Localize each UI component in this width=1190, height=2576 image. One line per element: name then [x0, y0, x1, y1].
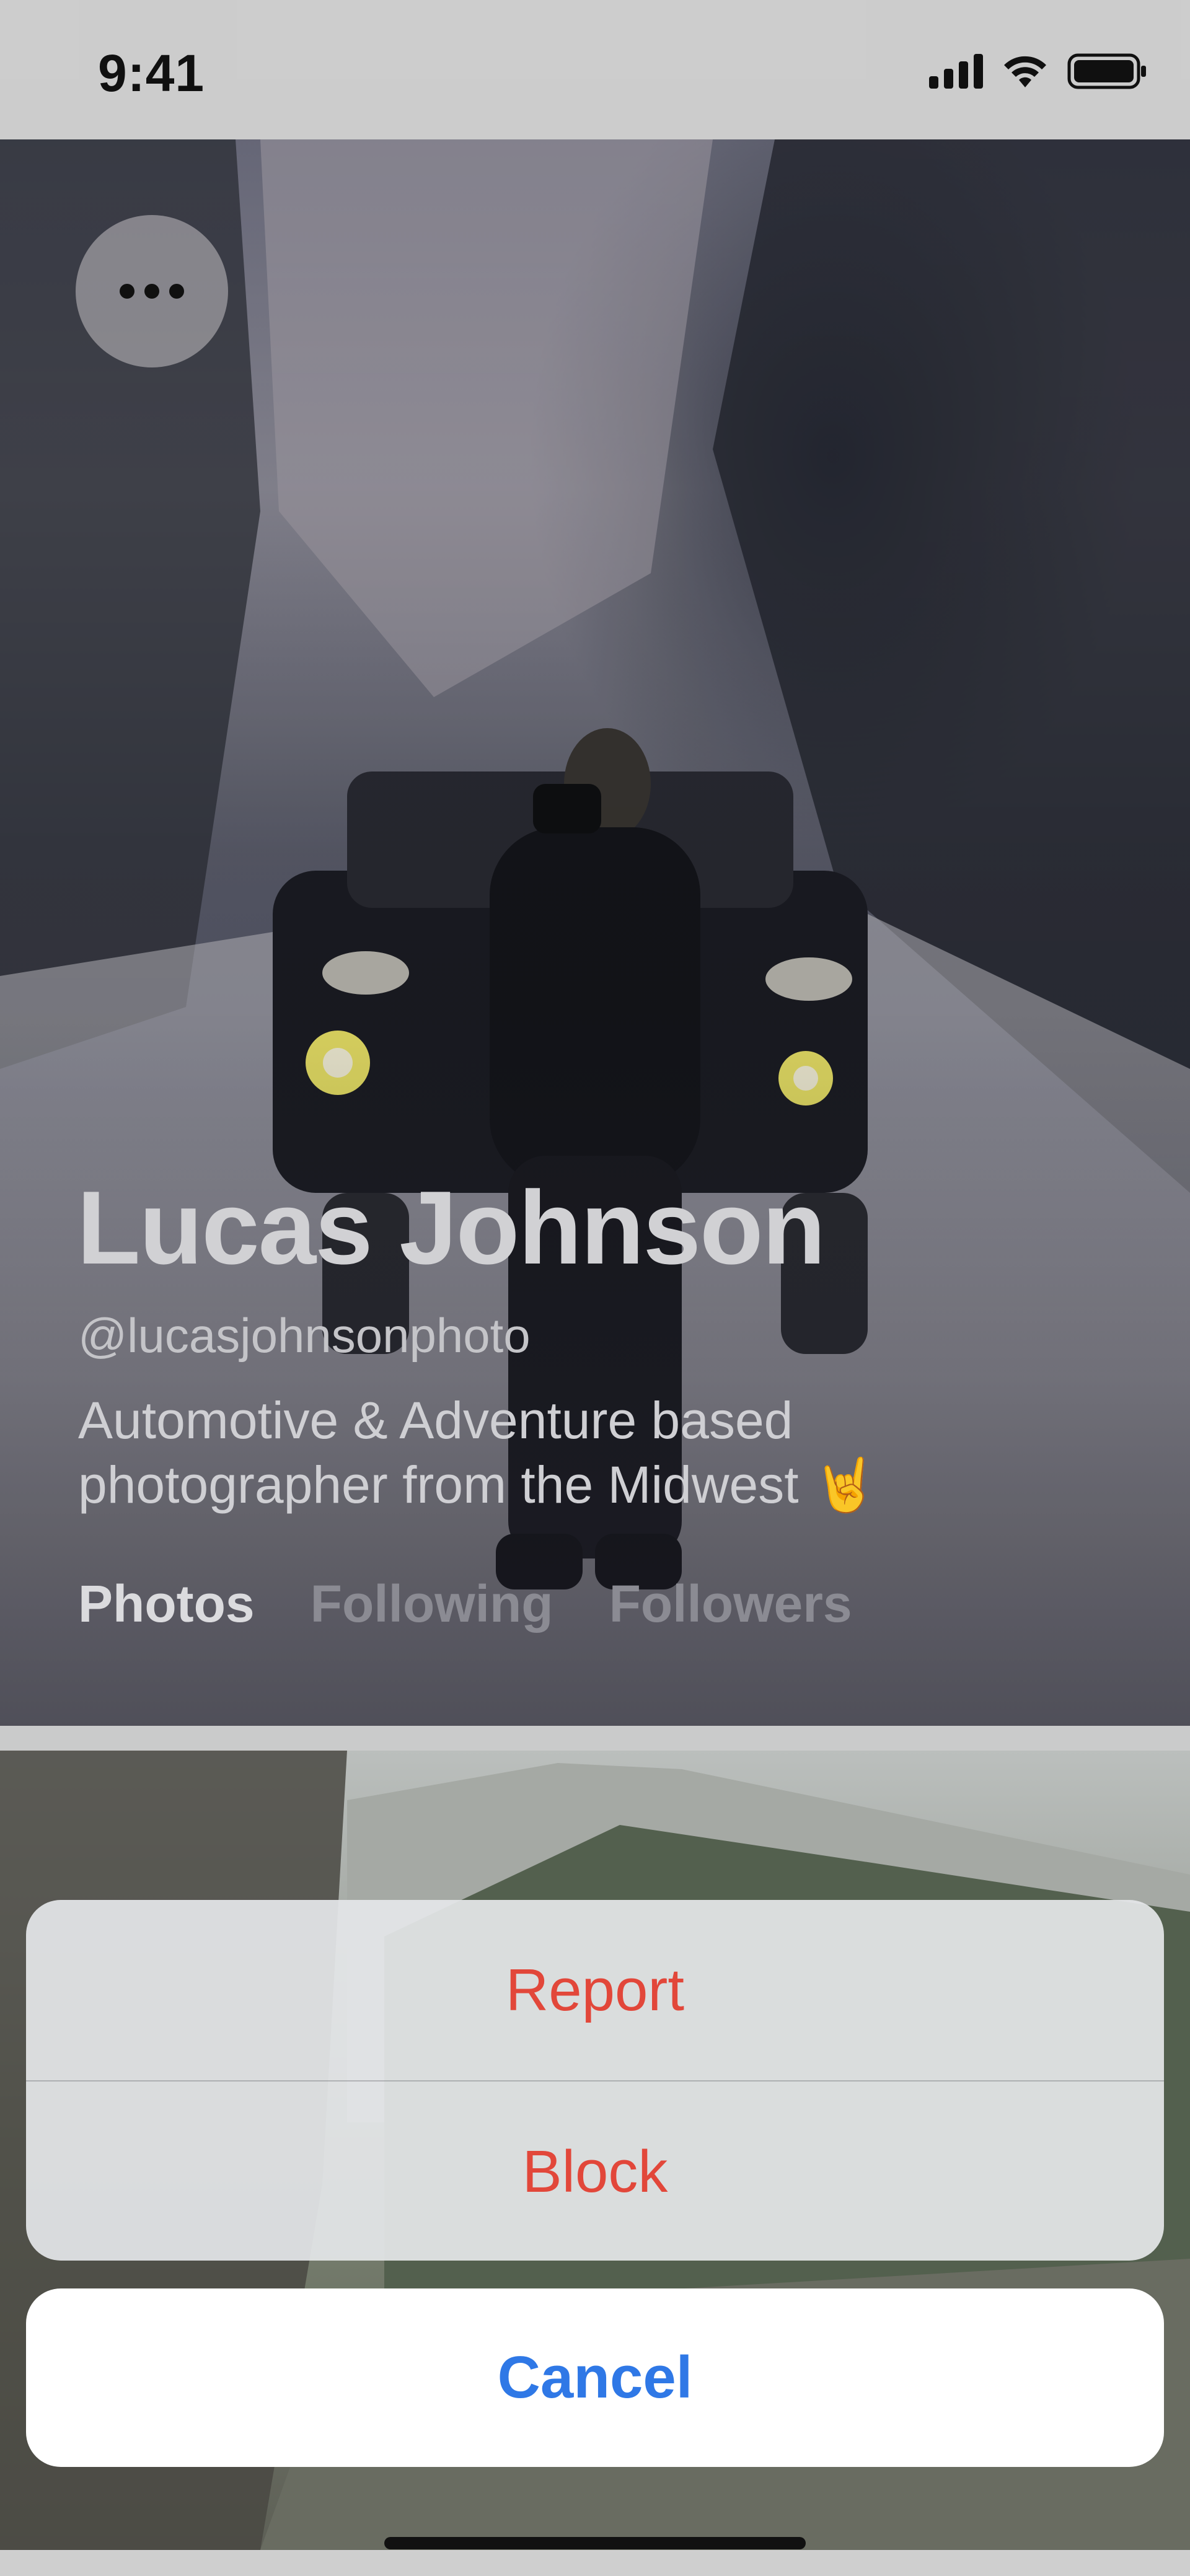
cancel-button[interactable]: Cancel	[26, 2288, 1164, 2467]
report-button[interactable]: Report	[26, 1900, 1164, 2080]
home-indicator[interactable]	[384, 2537, 806, 2549]
profile-screen: 9:41 Lucas Johnson @lucasjohnsonphoto Au…	[0, 0, 1190, 2576]
block-button[interactable]: Block	[26, 2081, 1164, 2261]
action-sheet: Report Block	[26, 1900, 1164, 2261]
home-indicator-area	[0, 2550, 1190, 2576]
